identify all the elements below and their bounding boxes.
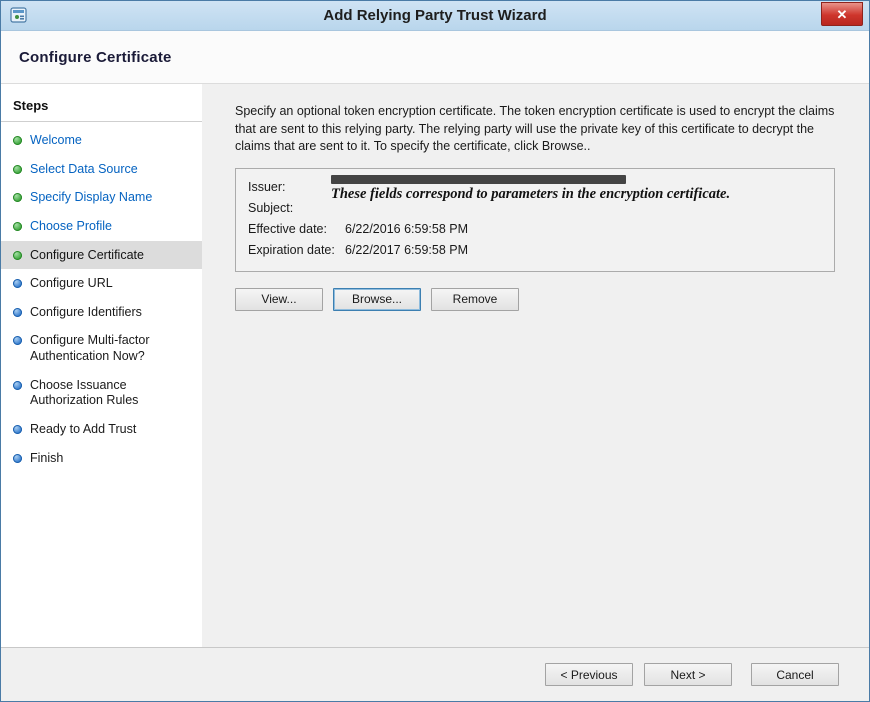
step-pending-icon xyxy=(13,425,22,434)
wizard-window: Add Relying Party Trust Wizard ✕ Configu… xyxy=(0,0,870,702)
sidebar-item-finish: Finish xyxy=(1,444,202,473)
main-pane: Specify an optional token encryption cer… xyxy=(202,84,869,647)
step-complete-icon xyxy=(13,165,22,174)
page-header: Configure Certificate xyxy=(1,31,869,84)
sidebar-item-label: Configure Identifiers xyxy=(30,305,142,321)
sidebar-item-label: Configure URL xyxy=(30,276,113,292)
effective-date-label: Effective date: xyxy=(248,219,345,240)
cancel-button[interactable]: Cancel xyxy=(751,663,839,686)
title-bar: Add Relying Party Trust Wizard ✕ xyxy=(1,1,869,31)
sidebar-item-choose-profile[interactable]: Choose Profile xyxy=(1,212,202,241)
certificate-details-box: Issuer: Subject: Effective date: 6/22/20… xyxy=(235,168,835,272)
step-complete-icon xyxy=(13,193,22,202)
page-title: Configure Certificate xyxy=(19,49,172,66)
sidebar-item-label: Specify Display Name xyxy=(30,190,152,206)
wizard-footer: < Previous Next > Cancel xyxy=(1,647,869,701)
redacted-issuer-value xyxy=(331,175,626,184)
sidebar-item-welcome[interactable]: Welcome xyxy=(1,126,202,155)
sidebar-item-configure-multi-factor-authentication-now: Configure Multi-factor Authentication No… xyxy=(1,326,202,370)
window-title: Add Relying Party Trust Wizard xyxy=(1,7,869,24)
wizard-body: Steps Welcome Select Data Source Specify D… xyxy=(1,84,869,647)
annotation-note: These fields correspond to parameters in… xyxy=(331,186,730,203)
remove-button[interactable]: Remove xyxy=(431,288,519,311)
previous-button[interactable]: < Previous xyxy=(545,663,633,686)
expiration-date-row: Expiration date: 6/22/2017 6:59:58 PM xyxy=(248,240,822,261)
step-complete-icon xyxy=(13,222,22,231)
step-pending-icon xyxy=(13,454,22,463)
sidebar-item-label: Configure Multi-factor Authentication No… xyxy=(30,333,194,364)
sidebar-item-label: Ready to Add Trust xyxy=(30,422,136,438)
sidebar-item-ready-to-add-trust: Ready to Add Trust xyxy=(1,415,202,444)
step-description: Specify an optional token encryption cer… xyxy=(235,103,835,156)
sidebar-item-label: Finish xyxy=(30,451,63,467)
step-pending-icon xyxy=(13,381,22,390)
step-pending-icon xyxy=(13,279,22,288)
browse-button[interactable]: Browse... xyxy=(333,288,421,311)
expiration-date-label: Expiration date: xyxy=(248,240,345,261)
steps-sidebar: Steps Welcome Select Data Source Specify D… xyxy=(1,84,202,647)
sidebar-item-label: Choose Issuance Authorization Rules xyxy=(30,378,194,409)
effective-date-value: 6/22/2016 6:59:58 PM xyxy=(345,219,822,240)
step-complete-icon xyxy=(13,136,22,145)
sidebar-item-label: Welcome xyxy=(30,133,82,149)
next-button[interactable]: Next > xyxy=(644,663,732,686)
sidebar-item-label: Choose Profile xyxy=(30,219,112,235)
steps-heading: Steps xyxy=(1,94,202,122)
sidebar-item-select-data-source[interactable]: Select Data Source xyxy=(1,155,202,184)
sidebar-item-configure-identifiers: Configure Identifiers xyxy=(1,298,202,327)
view-button[interactable]: View... xyxy=(235,288,323,311)
sidebar-item-label: Select Data Source xyxy=(30,162,138,178)
steps-list: Welcome Select Data Source Specify Display… xyxy=(1,126,202,472)
sidebar-item-choose-issuance-authorization-rules: Choose Issuance Authorization Rules xyxy=(1,371,202,415)
close-button[interactable]: ✕ xyxy=(821,2,863,26)
sidebar-item-configure-certificate[interactable]: Configure Certificate xyxy=(1,241,202,270)
sidebar-item-label: Configure Certificate xyxy=(30,248,144,264)
sidebar-item-configure-url: Configure URL xyxy=(1,269,202,298)
step-pending-icon xyxy=(13,336,22,345)
sidebar-item-specify-display-name[interactable]: Specify Display Name xyxy=(1,183,202,212)
expiration-date-value: 6/22/2017 6:59:58 PM xyxy=(345,240,822,261)
effective-date-row: Effective date: 6/22/2016 6:59:58 PM xyxy=(248,219,822,240)
step-pending-icon xyxy=(13,308,22,317)
step-complete-icon xyxy=(13,251,22,260)
adfs-wizard-icon xyxy=(10,6,29,25)
certificate-actions: View... Browse... Remove xyxy=(235,288,839,311)
